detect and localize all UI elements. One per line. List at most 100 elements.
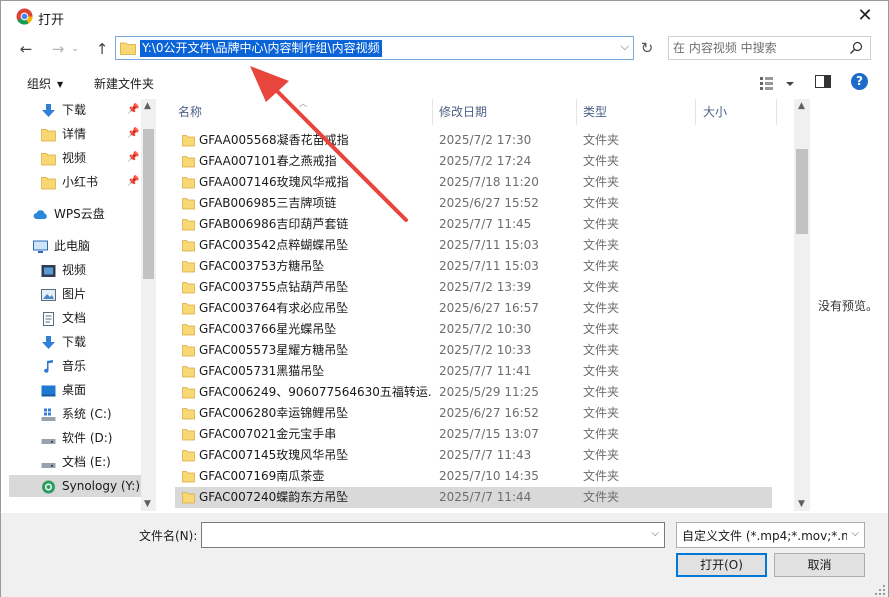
file-name: GFAC006280幸运锦鲤吊坠	[199, 406, 349, 420]
file-list-scrollbar[interactable]: ▲ ▼	[794, 99, 810, 511]
filename-input[interactable]	[206, 526, 636, 544]
file-row[interactable]: GFAC005573星耀方糖吊坠 2025/7/2 10:33 文件夹	[175, 340, 772, 361]
address-bar[interactable]: Y:\0公开文件\品牌中心\内容制作组\内容视频 ⌵	[115, 36, 634, 60]
sidebar-item[interactable]: 系统 (C:)	[9, 403, 141, 425]
file-row[interactable]: GFAC007021金元宝手串 2025/7/15 13:07 文件夹	[175, 424, 772, 445]
address-path-text[interactable]: Y:\0公开文件\品牌中心\内容制作组\内容视频	[140, 40, 382, 57]
file-modified-date: 2025/6/27 16:52	[439, 406, 539, 420]
navigation-pane-scrollbar[interactable]: ▲ ▼	[141, 99, 156, 511]
sidebar-item-label: 软件 (D:)	[62, 431, 113, 445]
file-row[interactable]: GFAA005568凝香花苗戒指 2025/7/2 17:30 文件夹	[175, 130, 772, 151]
sidebar-item-label: 详情	[62, 127, 87, 141]
sidebar-item[interactable]: Synology (Y:)	[9, 475, 141, 497]
file-row[interactable]: GFAC005731黑猫吊坠 2025/7/7 11:41 文件夹	[175, 361, 772, 382]
file-row[interactable]: GFAC003753方糖吊坠 2025/7/11 15:03 文件夹	[175, 256, 772, 277]
sidebar-item[interactable]: WPS云盘	[9, 203, 141, 225]
scroll-down-icon[interactable]: ▼	[798, 499, 805, 509]
sidebar-item-label: 系统 (C:)	[62, 407, 112, 421]
up-folder-button[interactable]: ↑	[91, 38, 113, 60]
column-header-date[interactable]: 修改日期	[439, 99, 487, 125]
sidebar-item[interactable]: 软件 (D:)	[9, 427, 141, 449]
file-row[interactable]: GFAC003542点粹蝴蝶吊坠 2025/7/11 15:03 文件夹	[175, 235, 772, 256]
folder-icon	[182, 408, 195, 420]
help-button[interactable]: ?	[851, 73, 868, 90]
no-preview-text: 没有预览。	[818, 299, 879, 313]
column-divider[interactable]	[776, 99, 777, 125]
file-row[interactable]: GFAB006986吉印葫芦套链 2025/7/7 11:45 文件夹	[175, 214, 772, 235]
drive-icon	[41, 431, 56, 445]
cancel-button[interactable]: 取消	[774, 553, 865, 577]
file-row[interactable]: GFAC006280幸运锦鲤吊坠 2025/6/27 16:52 文件夹	[175, 403, 772, 424]
sidebar-item[interactable]: 文档 (E:)	[9, 451, 141, 473]
column-divider[interactable]	[576, 99, 577, 125]
new-folder-button[interactable]: 新建文件夹	[94, 75, 154, 92]
sidebar-item[interactable]: 下载	[9, 331, 141, 353]
sidebar-item[interactable]: 下载 📌	[9, 99, 141, 121]
file-type: 文件夹	[583, 490, 620, 504]
file-type: 文件夹	[583, 322, 620, 336]
sidebar-item-label: 文档	[62, 311, 87, 325]
sidebar-item[interactable]: 小红书 📌	[9, 171, 141, 193]
filename-combobox[interactable]: ⌵	[201, 522, 665, 548]
refresh-button[interactable]: ↻	[637, 38, 657, 58]
file-row[interactable]: GFAA007146玫瑰风华戒指 2025/7/18 11:20 文件夹	[175, 172, 772, 193]
sidebar-item[interactable]: 桌面	[9, 379, 141, 401]
folder-icon	[182, 135, 195, 147]
scroll-down-icon[interactable]: ▼	[144, 499, 151, 509]
file-row[interactable]: GFAB006985三吉牌项链 2025/6/27 15:52 文件夹	[175, 193, 772, 214]
search-input[interactable]	[673, 39, 843, 57]
resize-grip-icon[interactable]	[875, 585, 885, 595]
file-row[interactable]: GFAC003766星光蝶吊坠 2025/7/2 10:30 文件夹	[175, 319, 772, 340]
chevron-down-icon[interactable]: ⌵	[851, 528, 859, 539]
column-header-size[interactable]: 大小	[703, 99, 727, 125]
preview-pane-icon[interactable]	[815, 75, 831, 88]
file-row[interactable]: GFAC003764有求必应吊坠 2025/6/27 16:57 文件夹	[175, 298, 772, 319]
file-type: 文件夹	[583, 196, 620, 210]
folder-icon	[182, 387, 195, 399]
chevron-down-icon[interactable]: ⌵	[621, 40, 629, 54]
column-divider[interactable]	[695, 99, 696, 125]
file-row[interactable]: GFAA007101春之燕戒指 2025/7/2 17:24 文件夹	[175, 151, 772, 172]
chevron-down-icon[interactable]: ⌵	[651, 528, 659, 539]
file-type: 文件夹	[583, 343, 620, 357]
sidebar-item[interactable]: 详情 📌	[9, 123, 141, 145]
search-icon[interactable]	[849, 41, 863, 55]
file-row[interactable]: GFAC007169南瓜茶壶 2025/7/10 14:35 文件夹	[175, 466, 772, 487]
file-row[interactable]: GFAC003755点钻葫芦吊坠 2025/7/2 13:39 文件夹	[175, 277, 772, 298]
file-modified-date: 2025/7/2 17:30	[439, 133, 532, 147]
file-modified-date: 2025/5/29 11:25	[439, 385, 539, 399]
open-button[interactable]: 打开(O)	[676, 553, 767, 577]
sidebar-item-label: 音乐	[62, 359, 87, 373]
recent-locations-button[interactable]: ⌄	[68, 38, 82, 60]
file-row[interactable]: GFAC007240蝶韵东方吊坠 2025/7/7 11:44 文件夹	[175, 487, 772, 508]
scrollbar-thumb[interactable]	[143, 129, 154, 279]
sidebar-item[interactable]: 图片	[9, 283, 141, 305]
scroll-up-icon[interactable]: ▲	[144, 101, 151, 111]
back-button[interactable]: ←	[15, 38, 37, 60]
file-row[interactable]: GFAC006249、906077564630五福转运... 2025/5/29 …	[175, 382, 772, 403]
sidebar-item[interactable]: 此电脑	[9, 235, 141, 257]
scrollbar-thumb[interactable]	[796, 149, 808, 234]
view-options-icon[interactable]	[758, 74, 796, 92]
file-modified-date: 2025/7/2 13:39	[439, 280, 532, 294]
computer-icon	[33, 239, 48, 253]
sidebar-item[interactable]: 音乐	[9, 355, 141, 377]
scroll-up-icon[interactable]: ▲	[798, 101, 805, 111]
sidebar-item[interactable]: 文档	[9, 307, 141, 329]
sidebar-item[interactable]: 视频 📌	[9, 147, 141, 169]
sidebar-item-label: 文档 (E:)	[62, 455, 111, 469]
network-drive-icon	[41, 479, 56, 494]
forward-button[interactable]: →	[47, 38, 69, 60]
search-box[interactable]	[668, 36, 871, 60]
folder-icon	[182, 156, 195, 168]
dialog-title: 打开	[38, 13, 65, 28]
column-divider[interactable]	[432, 99, 433, 125]
column-header-name[interactable]: 名称	[178, 99, 202, 125]
sidebar-item-label: 桌面	[62, 383, 87, 397]
file-row[interactable]: GFAC007145玫瑰风华吊坠 2025/7/7 11:43 文件夹	[175, 445, 772, 466]
organize-button[interactable]: 组织 ▼	[27, 75, 63, 92]
sidebar-item[interactable]: 视频	[9, 259, 141, 281]
close-button[interactable]: ✕	[842, 1, 888, 33]
column-header-type[interactable]: 类型	[583, 99, 607, 125]
file-type-select[interactable]: 自定义文件 (*.mp4;*.mov;*.mkv ⌵	[676, 522, 865, 548]
